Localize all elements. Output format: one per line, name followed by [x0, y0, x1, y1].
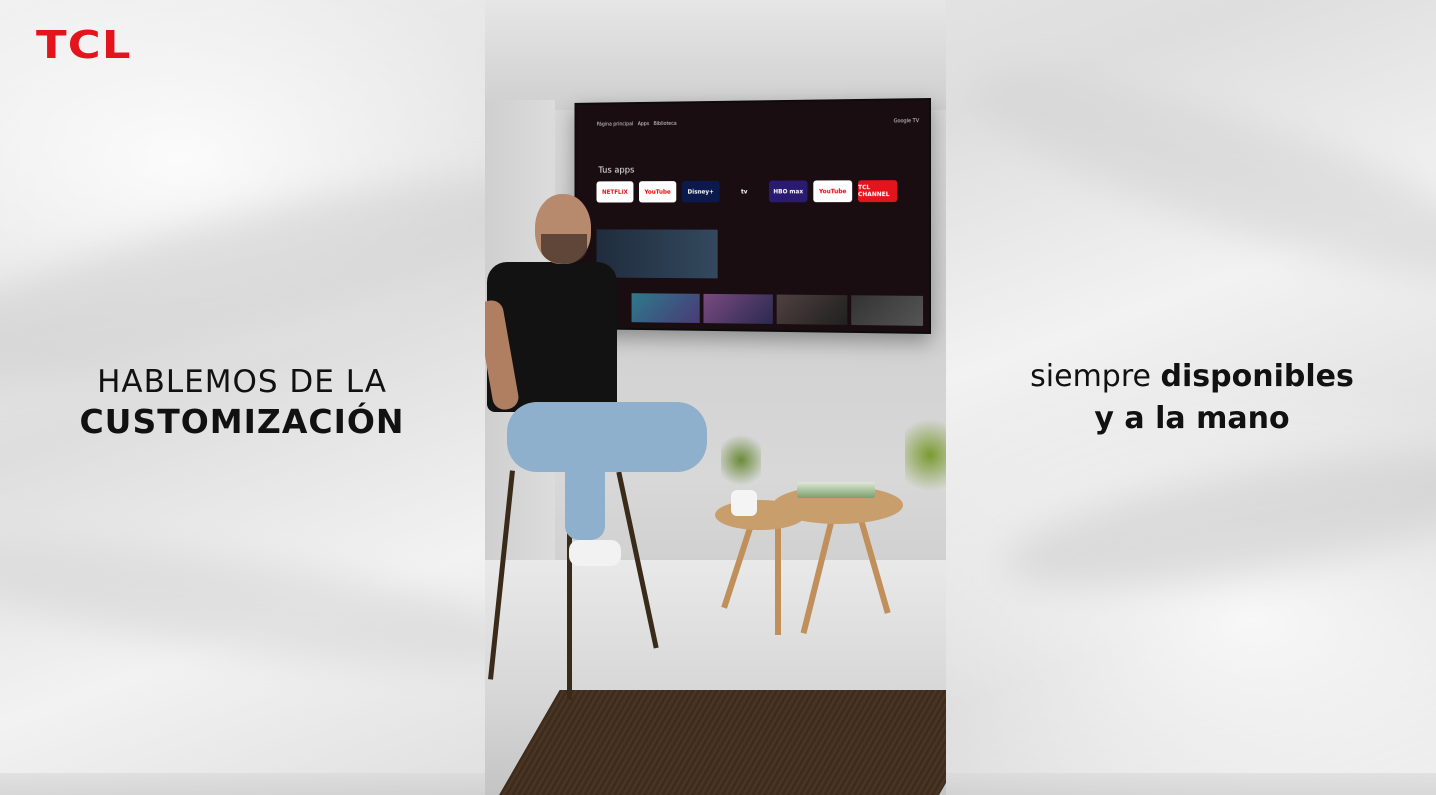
- video-scene: Página principal Apps Biblioteca Google …: [485, 0, 946, 795]
- background-fold: [995, 425, 1436, 615]
- tv-section-label: Tus apps: [598, 165, 635, 176]
- app-tile-youtube-2: YouTube: [813, 180, 853, 203]
- tv-nav-item: Página principal: [596, 121, 634, 128]
- ceiling: [485, 0, 946, 110]
- content-tile: [851, 295, 924, 326]
- table-leg: [775, 525, 781, 635]
- presenter-beard: [541, 234, 587, 264]
- video-frame: TCL HABLEMOS DE LA CUSTOMIZACIÓN siempre…: [0, 0, 1436, 795]
- flower-plant: [721, 430, 761, 490]
- green-plant: [905, 410, 946, 500]
- right-caption: siempre disponibles y a la mano: [948, 356, 1436, 440]
- tcl-logo: TCL: [36, 23, 132, 67]
- background-fold: [956, 36, 1436, 314]
- right-caption-line2: y a la mano: [1094, 401, 1290, 436]
- presenter-shoe: [569, 540, 621, 566]
- background-fold: [0, 518, 544, 692]
- tv-nav-item: Apps: [637, 121, 650, 128]
- presenter: [485, 190, 725, 630]
- vase: [731, 490, 757, 516]
- presenter-legs: [507, 402, 707, 472]
- right-caption-line1: siempre disponibles: [948, 356, 1436, 398]
- left-caption-line2: CUSTOMIZACIÓN: [79, 402, 405, 441]
- app-tile-hbomax: HBO max: [769, 180, 808, 203]
- tv-account-label: Google TV: [893, 118, 920, 125]
- app-tile-tcl-channel: TCL CHANNEL: [858, 180, 898, 203]
- content-tile: [776, 294, 848, 325]
- app-tile-appletv: tv: [740, 188, 748, 195]
- tv-nav-bar: Página principal Apps Biblioteca Google …: [597, 118, 920, 137]
- left-caption-line1: HABLEMOS DE LA: [97, 364, 387, 400]
- right-caption-word1: siempre: [1030, 359, 1151, 394]
- left-caption: HABLEMOS DE LA CUSTOMIZACIÓN: [0, 362, 484, 442]
- rug: [490, 690, 946, 795]
- presenter-shin: [565, 450, 605, 540]
- books: [797, 482, 875, 498]
- right-caption-word2: disponibles: [1160, 359, 1354, 394]
- tv-nav-item: Biblioteca: [653, 120, 677, 127]
